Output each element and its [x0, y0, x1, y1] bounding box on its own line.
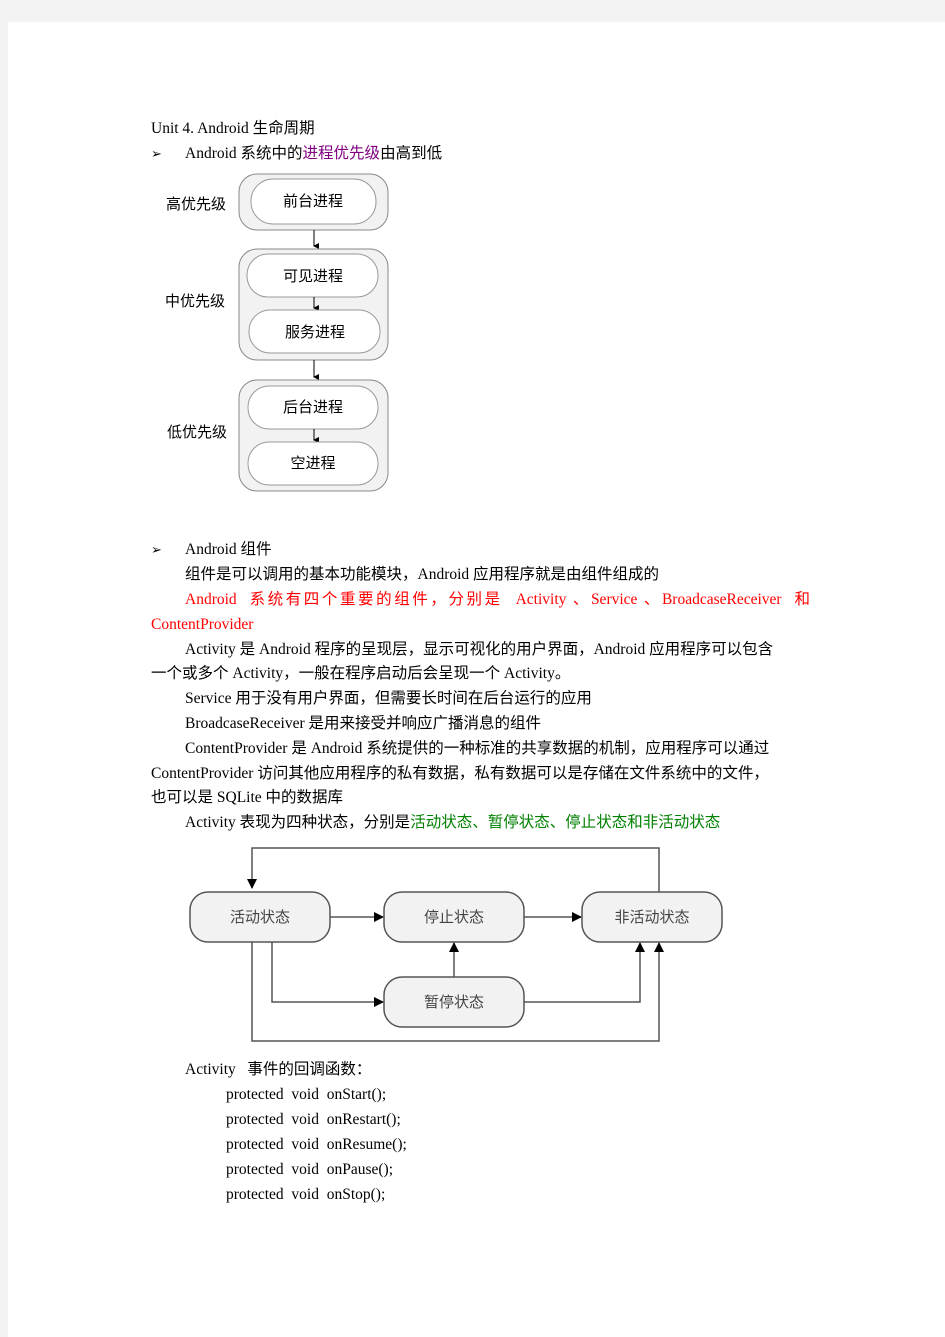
states-prefix: Activity 表现为四种状态，分别是 — [185, 814, 411, 831]
activity-paragraph-line-2: 一个或多个 Activity，一般在程序启动后会呈现一个 Activity。 — [151, 665, 571, 682]
content-provider-paragraph-line-1: ContentProvider 是 Android 系统提供的一种标准的共享数据… — [185, 740, 770, 757]
process-empty-label: 空进程 — [290, 454, 335, 472]
process-background-label: 后台进程 — [283, 398, 343, 416]
broadcast-receiver-paragraph: BroadcaseReceiver 是用来接受并响应广播消息的组件 — [185, 715, 542, 732]
priority-label-high: 高优先级 — [166, 195, 226, 213]
callback-item: protected void onPause(); — [226, 1161, 394, 1178]
components-heading: Android 组件 — [185, 541, 272, 558]
content-provider-paragraph-line-2: ContentProvider 访问其他应用程序的私有数据，私有数据可以是存储在… — [151, 765, 769, 782]
process-foreground-label: 前台进程 — [283, 192, 343, 210]
arrow-paused-to-inactive — [524, 942, 645, 1003]
priority-label-low: 低优先级 — [167, 423, 227, 441]
components-paragraph-2-line-2: ContentProvider — [151, 616, 254, 633]
callback-item: protected void onResume(); — [226, 1136, 407, 1153]
priority-label-medium: 中优先级 — [165, 292, 225, 310]
content-provider-paragraph-line-3: 也可以是 SQLite 中的数据库 — [151, 789, 344, 806]
process-visible-label: 可见进程 — [283, 267, 343, 285]
components-paragraph-1: 组件是可以调用的基本功能模块，Android 应用程序就是由组件组成的 — [185, 566, 660, 583]
activity-states-paragraph: Activity 表现为四种状态，分别是活动状态、暂停状态、停止状态和非活动状态 — [185, 810, 720, 835]
components-paragraph-2-line-1: Android 系统有四个重要的组件，分别是 Activity 、Service… — [185, 591, 810, 608]
callback-item: protected void onStop(); — [226, 1186, 386, 1203]
service-paragraph: Service 用于没有用户界面，但需要长时间在后台运行的应用 — [185, 690, 592, 707]
callback-item: protected void onRestart(); — [226, 1111, 401, 1128]
state-inactive-label: 非活动状态 — [614, 908, 689, 926]
callbacks-heading: Activity 事件的回调函数： — [185, 1061, 372, 1078]
section-components-bullet: ➢ — [151, 537, 162, 563]
process-priority-diagram: 高优先级 中优先级 低优先级 前台进程 可见进程 服务进程 后台进程 空进程 — [165, 173, 389, 492]
bullet-arrow-icon: ➢ — [151, 543, 162, 558]
state-paused-label: 暂停状态 — [424, 993, 484, 1011]
arrow-active-to-paused — [271, 942, 384, 1007]
activity-paragraph-line-1: Activity 是 Android 程序的呈现层，显示可视化的用户界面，And… — [185, 641, 774, 658]
state-stopped-label: 停止状态 — [424, 908, 484, 926]
activity-state-diagram: 活动状态 停止状态 非活动状态 暂停状态 — [189, 847, 723, 1042]
arrow-inactive-to-active — [247, 847, 660, 892]
state-active-label: 活动状态 — [230, 908, 290, 926]
callback-item: protected void onStart(); — [226, 1086, 387, 1103]
process-service-label: 服务进程 — [285, 323, 345, 341]
states-highlight: 活动状态、暂停状态、停止状态和非活动状态 — [410, 814, 721, 831]
